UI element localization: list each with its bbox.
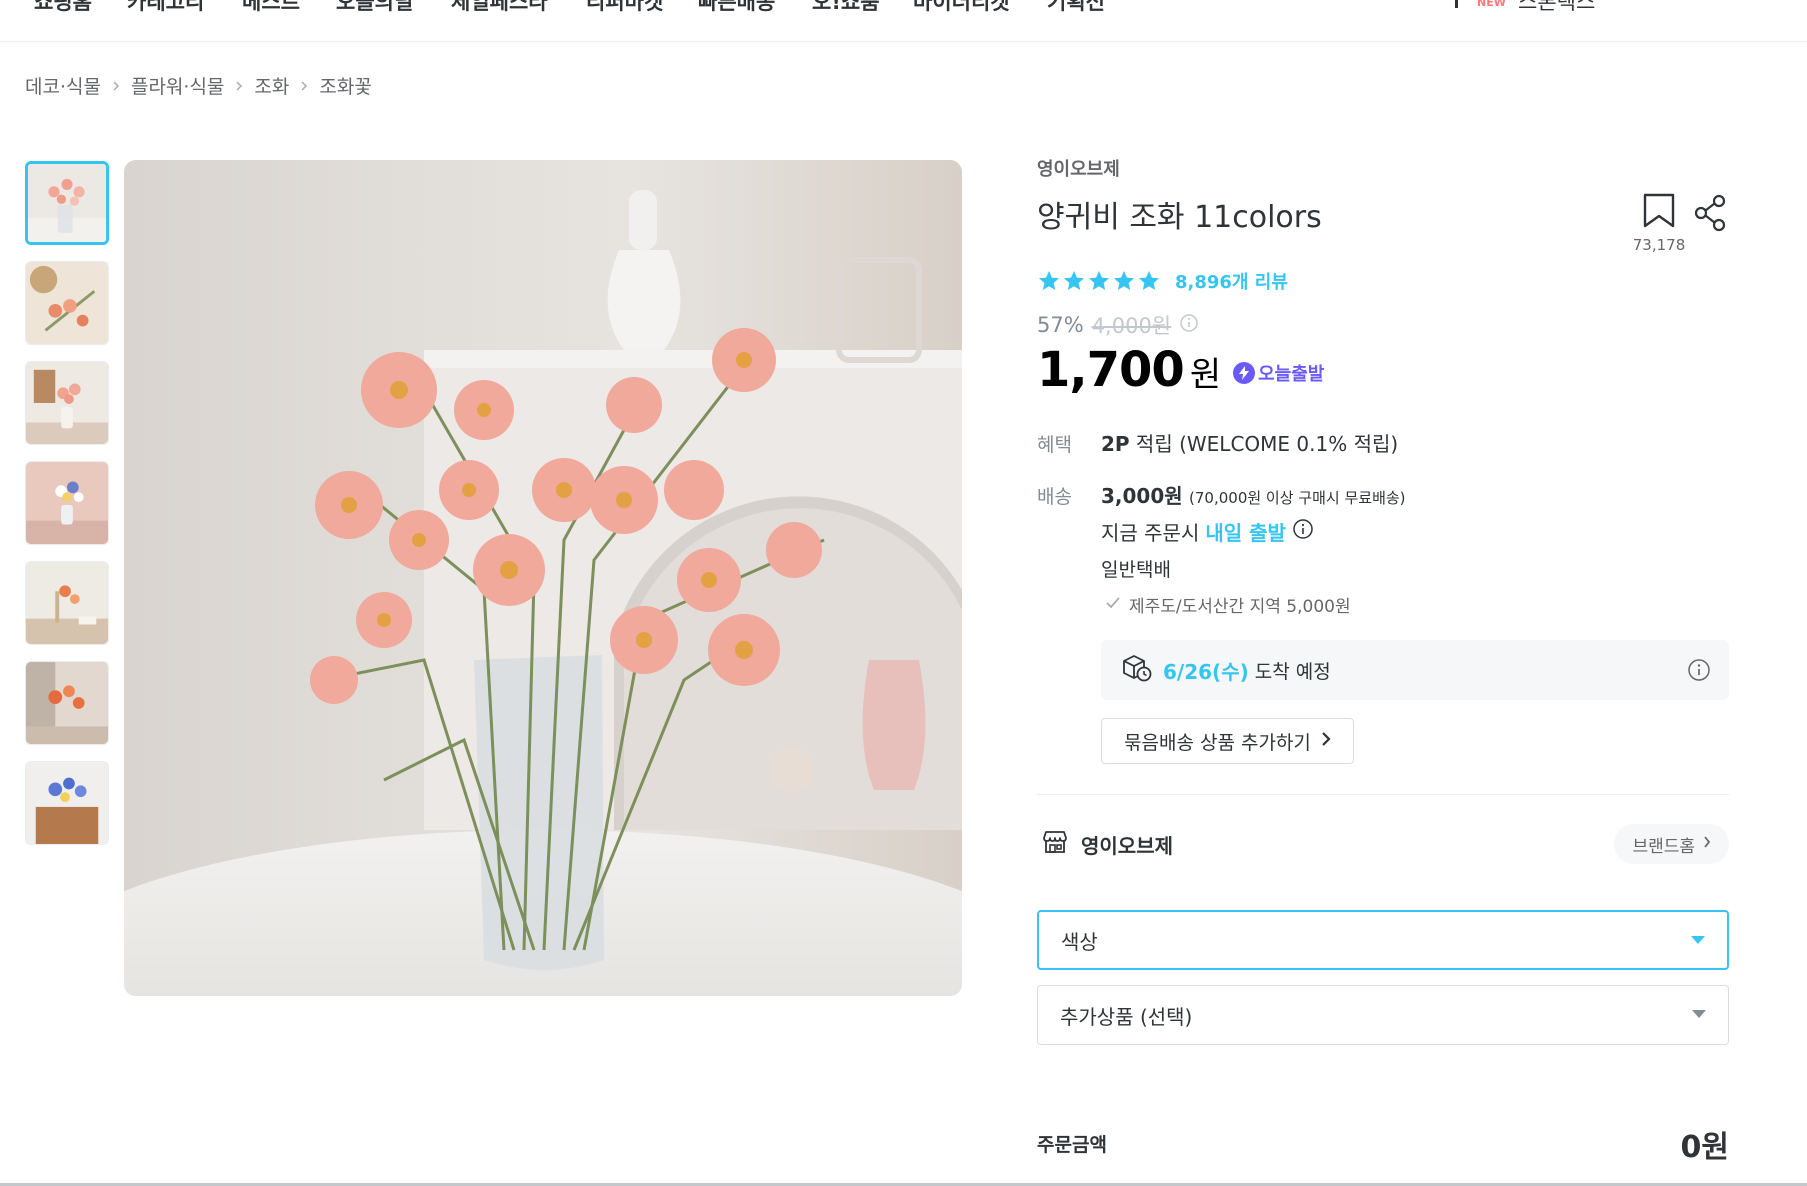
breadcrumb-item-artificial-flower[interactable]: 조화꽃 <box>319 72 371 99</box>
star-icon <box>1139 271 1159 290</box>
thumbnail-6[interactable] <box>25 661 109 745</box>
thumbnail-7[interactable] <box>25 761 109 845</box>
breadcrumb-item-artificial[interactable]: 조화 <box>254 72 289 99</box>
extra-product-select[interactable]: 추가상품 (선택) <box>1037 985 1729 1045</box>
thumbnail-list <box>25 161 109 861</box>
info-icon[interactable] <box>1687 658 1711 686</box>
bookmark-button[interactable]: 73,178 <box>1629 192 1689 254</box>
bookmark-count: 73,178 <box>1632 236 1686 254</box>
thumbnail-2[interactable] <box>25 261 109 345</box>
breadcrumb-item-flower-plant[interactable]: 플라워·식물 <box>131 72 224 99</box>
star-icon <box>1039 271 1059 290</box>
product-title: 양귀비 조화 11colors <box>1037 200 1322 235</box>
shipping-note: 제주도/도서산간 지역 5,000원 <box>1105 592 1351 617</box>
star-icon <box>1089 271 1109 290</box>
color-option-select[interactable]: 색상 <box>1037 910 1729 970</box>
nav-item-category[interactable]: 카테고리 <box>127 0 204 16</box>
nav-item-todays-deal[interactable]: 오늘의딜 <box>336 0 413 16</box>
rating[interactable]: 8,896개 리뷰 <box>1037 268 1288 294</box>
shipping-order-text: 지금 주문시 <box>1101 521 1200 545</box>
nav-item-sale-festa[interactable]: 세일페스타 <box>451 0 548 16</box>
brand-name[interactable]: 영이오브제 <box>1037 155 1120 181</box>
nav-item-by-the-ticket[interactable]: 바이더티켓 <box>913 0 1010 16</box>
check-icon <box>1105 595 1121 615</box>
chevron-right-icon <box>235 80 243 92</box>
today-ship-label: 오늘출발 <box>1258 364 1325 385</box>
nav-item-best[interactable]: 베스트 <box>242 0 300 16</box>
shipping-note-text: 제주도/도서산간 지역 5,000원 <box>1129 597 1351 617</box>
shipping-order-info: 지금 주문시 내일 출발 <box>1101 517 1314 546</box>
breadcrumb-item-deco[interactable]: 데코·식물 <box>25 72 101 99</box>
thumbnail-3[interactable] <box>25 361 109 445</box>
bundle-shipping-label: 묶음배송 상품 추가하기 <box>1124 731 1311 754</box>
brand-home-label: 브랜드홈 <box>1632 836 1695 857</box>
shipping-type: 일반택배 <box>1101 559 1171 581</box>
thumbnail-5[interactable] <box>25 561 109 645</box>
discount-row: 57% 4,000원 <box>1037 310 1199 340</box>
thumbnail-4[interactable] <box>25 461 109 545</box>
nav-item-refurb-market[interactable]: 리퍼마켓 <box>586 0 663 16</box>
discount-rate: 57% <box>1037 313 1084 337</box>
color-option-label: 색상 <box>1061 929 1098 954</box>
top-nav: 쇼핑홈 카테고리 베스트 오늘의딜 세일페스타 리퍼마켓 빠른배송 오!쇼룸 바… <box>0 0 1807 42</box>
shop-row: 영이오브제 브랜드홈 <box>1037 822 1729 866</box>
chevron-right-icon <box>112 80 120 92</box>
nav-item-oh-showroom[interactable]: 오!쇼룸 <box>812 0 880 16</box>
bundle-shipping-button[interactable]: 묶음배송 상품 추가하기 <box>1101 718 1354 764</box>
benefit-text: 적립 (WELCOME 0.1% 적립) <box>1129 432 1399 456</box>
thumbnail-1[interactable] <box>25 161 109 245</box>
info-icon[interactable] <box>1292 518 1314 545</box>
extra-product-label: 추가상품 (선택) <box>1060 1004 1193 1029</box>
lightning-icon <box>1233 362 1256 384</box>
shipping-departure: 내일 출발 <box>1205 521 1286 545</box>
star-icon <box>1114 271 1134 290</box>
ranking-keyword[interactable]: 스톤텍스 <box>1518 0 1595 16</box>
chevron-right-icon <box>1703 834 1711 854</box>
shipping-fee: 3,000원 (70,000원 이상 구매시 무료배송) <box>1101 480 1406 509</box>
box-clock-icon <box>1121 653 1153 687</box>
arrival-estimate: 6/26(수) 도착 예정 <box>1101 640 1729 700</box>
share-button[interactable] <box>1693 194 1729 236</box>
divider <box>1037 794 1729 795</box>
new-badge: NEW <box>1477 0 1506 9</box>
benefit-info: 2P 적립 (WELCOME 0.1% 적립) <box>1101 428 1398 457</box>
store-icon <box>1041 828 1069 860</box>
benefit-points: 2P <box>1101 432 1130 456</box>
chevron-right-icon <box>1321 730 1331 752</box>
review-count-link[interactable]: 8,896개 리뷰 <box>1175 268 1288 294</box>
share-icon <box>1693 194 1729 236</box>
rating-stars <box>1037 269 1161 293</box>
caret-down-icon <box>1692 1010 1706 1018</box>
nav-item-exhibition[interactable]: 기획전 <box>1047 0 1105 16</box>
order-amount-label: 주문금액 <box>1037 1134 1107 1156</box>
shipping-fee-note: (70,000원 이상 구매시 무료배송) <box>1189 489 1406 507</box>
benefit-label: 혜택 <box>1037 434 1072 456</box>
nav-item-fast-delivery[interactable]: 빠른배송 <box>698 0 775 16</box>
ranking-rank-marker <box>1455 0 1458 8</box>
star-icon <box>1064 271 1084 290</box>
shipping-label: 배송 <box>1037 486 1072 508</box>
product-main-image[interactable] <box>124 160 962 996</box>
price-row: 1,700 원 오늘출발 <box>1037 342 1324 398</box>
shop-name[interactable]: 영이오브제 <box>1081 830 1173 859</box>
breadcrumb: 데코·식물 플라워·식물 조화 조화꽃 <box>25 72 372 99</box>
caret-down-icon <box>1691 936 1705 944</box>
order-amount-total: 0원 <box>1680 1130 1729 1165</box>
price-currency: 원 <box>1189 355 1222 395</box>
shipping-fee-amount: 3,000원 <box>1101 484 1183 508</box>
arrival-date: 6/26(수) <box>1163 659 1249 684</box>
today-ship-badge: 오늘출발 <box>1233 360 1324 386</box>
chevron-down-icon[interactable] <box>1695 0 1717 8</box>
chevron-right-icon <box>300 80 308 92</box>
sale-price: 1,700 <box>1037 342 1185 398</box>
nav-item-shopping-home[interactable]: 쇼핑홈 <box>34 0 92 16</box>
arrival-text: 도착 예정 <box>1254 660 1331 683</box>
brand-home-button[interactable]: 브랜드홈 <box>1614 824 1729 864</box>
bookmark-icon <box>1641 193 1677 234</box>
info-icon[interactable] <box>1179 313 1199 338</box>
original-price: 4,000원 <box>1091 314 1172 338</box>
